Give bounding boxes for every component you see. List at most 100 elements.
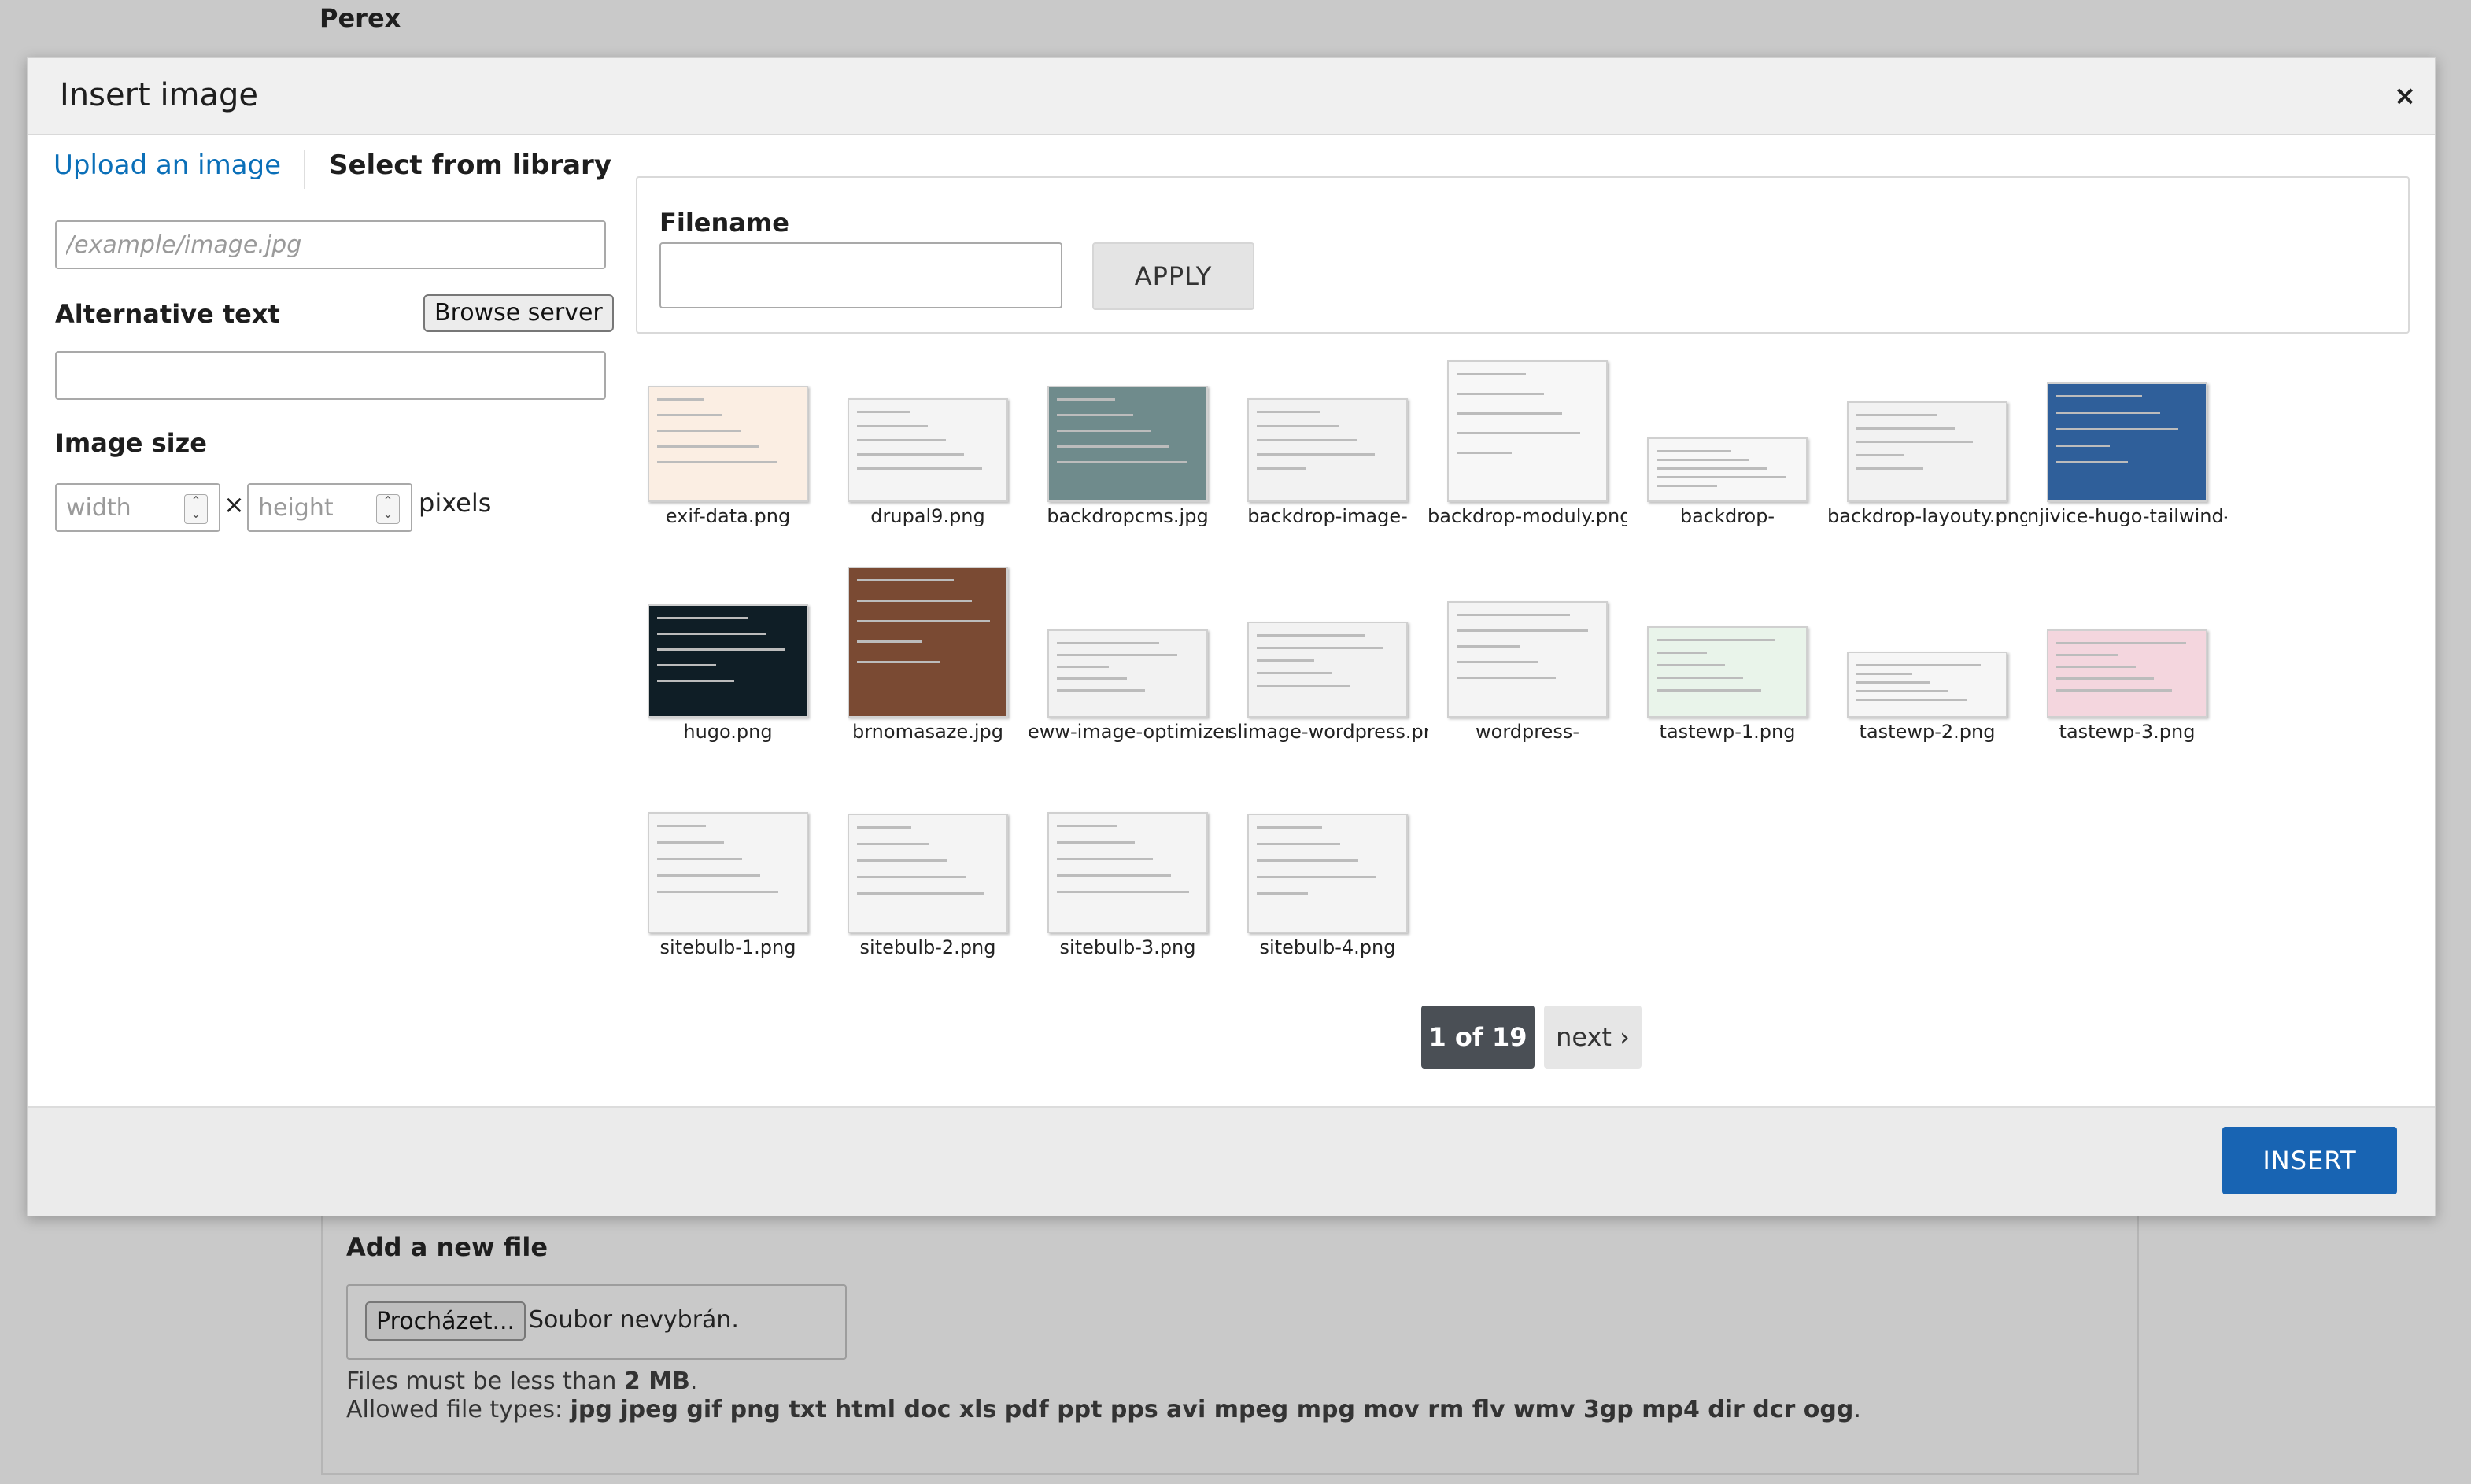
thumbnail-detail [1856, 664, 1981, 666]
thumbnail-detail [2056, 689, 2172, 692]
height-input[interactable]: height ⌃ ⌄ [247, 483, 412, 532]
library-thumbnail[interactable]: exif-data.png [628, 348, 828, 537]
thumbnail-detail [1856, 414, 1937, 416]
thumbnail-caption: njivice-hugo-tailwind- [2027, 505, 2227, 527]
library-thumbnail[interactable]: backdrop- [1627, 348, 1827, 537]
width-input[interactable]: width ⌃ ⌄ [55, 483, 220, 532]
thumbnail-detail [1657, 476, 1786, 478]
thumbnail-image [648, 812, 808, 933]
thumbnail-image [848, 398, 1008, 502]
library-thumbnail[interactable]: backdrop-moduly.png [1428, 348, 1627, 537]
thumbnail-detail [2056, 395, 2142, 397]
thumbnail-detail [1257, 892, 1308, 895]
thumbnail-detail [857, 579, 954, 581]
thumbnail-caption: sitebulb-4.png [1259, 936, 1396, 958]
thumbnail-detail [1457, 661, 1538, 663]
insert-image-dialog: Insert image × Upload an image Select fr… [27, 57, 2436, 1216]
library-thumbnail[interactable]: hugo.png [628, 563, 828, 752]
close-icon[interactable]: × [2389, 80, 2421, 112]
thumbnail-caption: eww-image-optimizer- [1028, 721, 1228, 743]
thumbnail-detail [1257, 876, 1376, 878]
dialog-header: Insert image × [28, 58, 2435, 135]
thumbnail-detail [857, 620, 990, 622]
thumbnail-detail [657, 825, 706, 827]
thumbnail-detail [2056, 666, 2136, 668]
thumbnail-detail [857, 425, 928, 427]
thumbnail-detail [657, 648, 785, 651]
thumbnail-image [2047, 382, 2207, 502]
thumbnail-detail [2056, 445, 2110, 447]
library-thumbnail[interactable]: backdrop-layouty.png [1827, 348, 2027, 537]
thumbnail-detail [1257, 672, 1332, 674]
image-url-input[interactable] [55, 220, 606, 269]
thumbnail-detail [1257, 826, 1322, 829]
thumbnail-detail [857, 453, 964, 456]
thumbnail-detail [1257, 411, 1320, 413]
file-browse-button[interactable]: Procházet... [365, 1301, 526, 1341]
thumbnail-image [1447, 360, 1608, 502]
thumbnail-image [1647, 437, 1808, 502]
library-thumbnail[interactable]: eww-image-optimizer- [1028, 563, 1228, 752]
library-thumbnail[interactable]: sitebulb-4.png [1228, 779, 1428, 968]
thumbnail-detail [1457, 373, 1526, 375]
dialog-title: Insert image [60, 77, 259, 113]
thumbnail-detail [1057, 430, 1151, 432]
thumbnail-detail [657, 430, 741, 432]
height-spinner-icon[interactable]: ⌃ ⌄ [376, 494, 400, 524]
thumbnail-caption: tastewp-3.png [2059, 721, 2196, 743]
insert-button[interactable]: INSERT [2222, 1127, 2397, 1194]
filename-input[interactable] [659, 242, 1062, 308]
thumbnail-image [1447, 601, 1608, 718]
thumbnail-detail [857, 600, 972, 602]
thumbnail-detail [1057, 858, 1153, 860]
apply-button[interactable]: APPLY [1092, 242, 1254, 310]
thumbnail-detail [1257, 439, 1357, 441]
thumbnail-detail [2056, 654, 2118, 656]
alt-text-input[interactable] [55, 351, 606, 400]
width-spinner-icon[interactable]: ⌃ ⌄ [184, 494, 208, 524]
thumbnail-caption: backdrop-moduly.png [1428, 505, 1627, 527]
thumbnail-caption: backdrop- [1679, 505, 1775, 527]
library-thumbnail[interactable]: drupal9.png [828, 348, 1028, 537]
alt-text-label: Alternative text [55, 299, 280, 329]
library-thumbnail[interactable]: backdropcms.jpg [1028, 348, 1228, 537]
thumbnail-detail [1657, 652, 1707, 654]
thumbnail-detail [1657, 639, 1775, 641]
thumbnail-image [1047, 386, 1208, 502]
thumbnail-detail [1257, 685, 1350, 687]
thumbnail-image [1847, 652, 2007, 718]
library-thumbnail[interactable]: slimage-wordpress.png [1228, 563, 1428, 752]
library-thumbnail[interactable]: tastewp-3.png [2027, 563, 2227, 752]
library-thumbnail[interactable]: sitebulb-3.png [1028, 779, 1228, 968]
thumbnail-detail [1257, 634, 1365, 637]
thumbnail-detail [1257, 453, 1375, 456]
library-thumbnail[interactable]: tastewp-2.png [1827, 563, 2027, 752]
thumbnail-image [1247, 814, 1408, 933]
thumbnail-detail [857, 411, 910, 413]
thumbnail-caption: backdropcms.jpg [1047, 505, 1209, 527]
thumbnail-caption: slimage-wordpress.png [1228, 721, 1428, 743]
thumbnail-detail [1457, 677, 1556, 679]
library-thumbnail[interactable]: sitebulb-2.png [828, 779, 1028, 968]
library-thumbnail[interactable]: brnomasaze.jpg [828, 563, 1028, 752]
library-thumbnail[interactable]: njivice-hugo-tailwind- [2027, 348, 2227, 537]
thumbnail-detail [1657, 485, 1717, 487]
browse-server-button[interactable]: Browse server [423, 294, 614, 332]
library-thumbnail[interactable]: backdrop-image- [1228, 348, 1428, 537]
width-placeholder: width [66, 494, 131, 522]
file-input-box: Procházet... Soubor nevybrán. [346, 1284, 847, 1360]
library-thumbnail[interactable]: tastewp-1.png [1627, 563, 1827, 752]
size-limit-suffix: . [689, 1368, 698, 1395]
thumbnail-detail [1856, 699, 1967, 701]
pager-next-link[interactable]: next › [1544, 1006, 1642, 1069]
thumbnail-image [1047, 812, 1208, 933]
thumbnail-detail [1457, 614, 1570, 616]
library-thumbnail[interactable]: wordpress- [1428, 563, 1627, 752]
thumbnail-detail [857, 826, 911, 829]
thumbnail-detail [657, 874, 760, 877]
library-thumbnail[interactable]: sitebulb-1.png [628, 779, 828, 968]
thumbnail-detail [1457, 432, 1580, 434]
tab-select-from-library[interactable]: Select from library [329, 150, 611, 181]
thumbnail-image [848, 567, 1008, 718]
tab-upload-image[interactable]: Upload an image [54, 150, 281, 181]
